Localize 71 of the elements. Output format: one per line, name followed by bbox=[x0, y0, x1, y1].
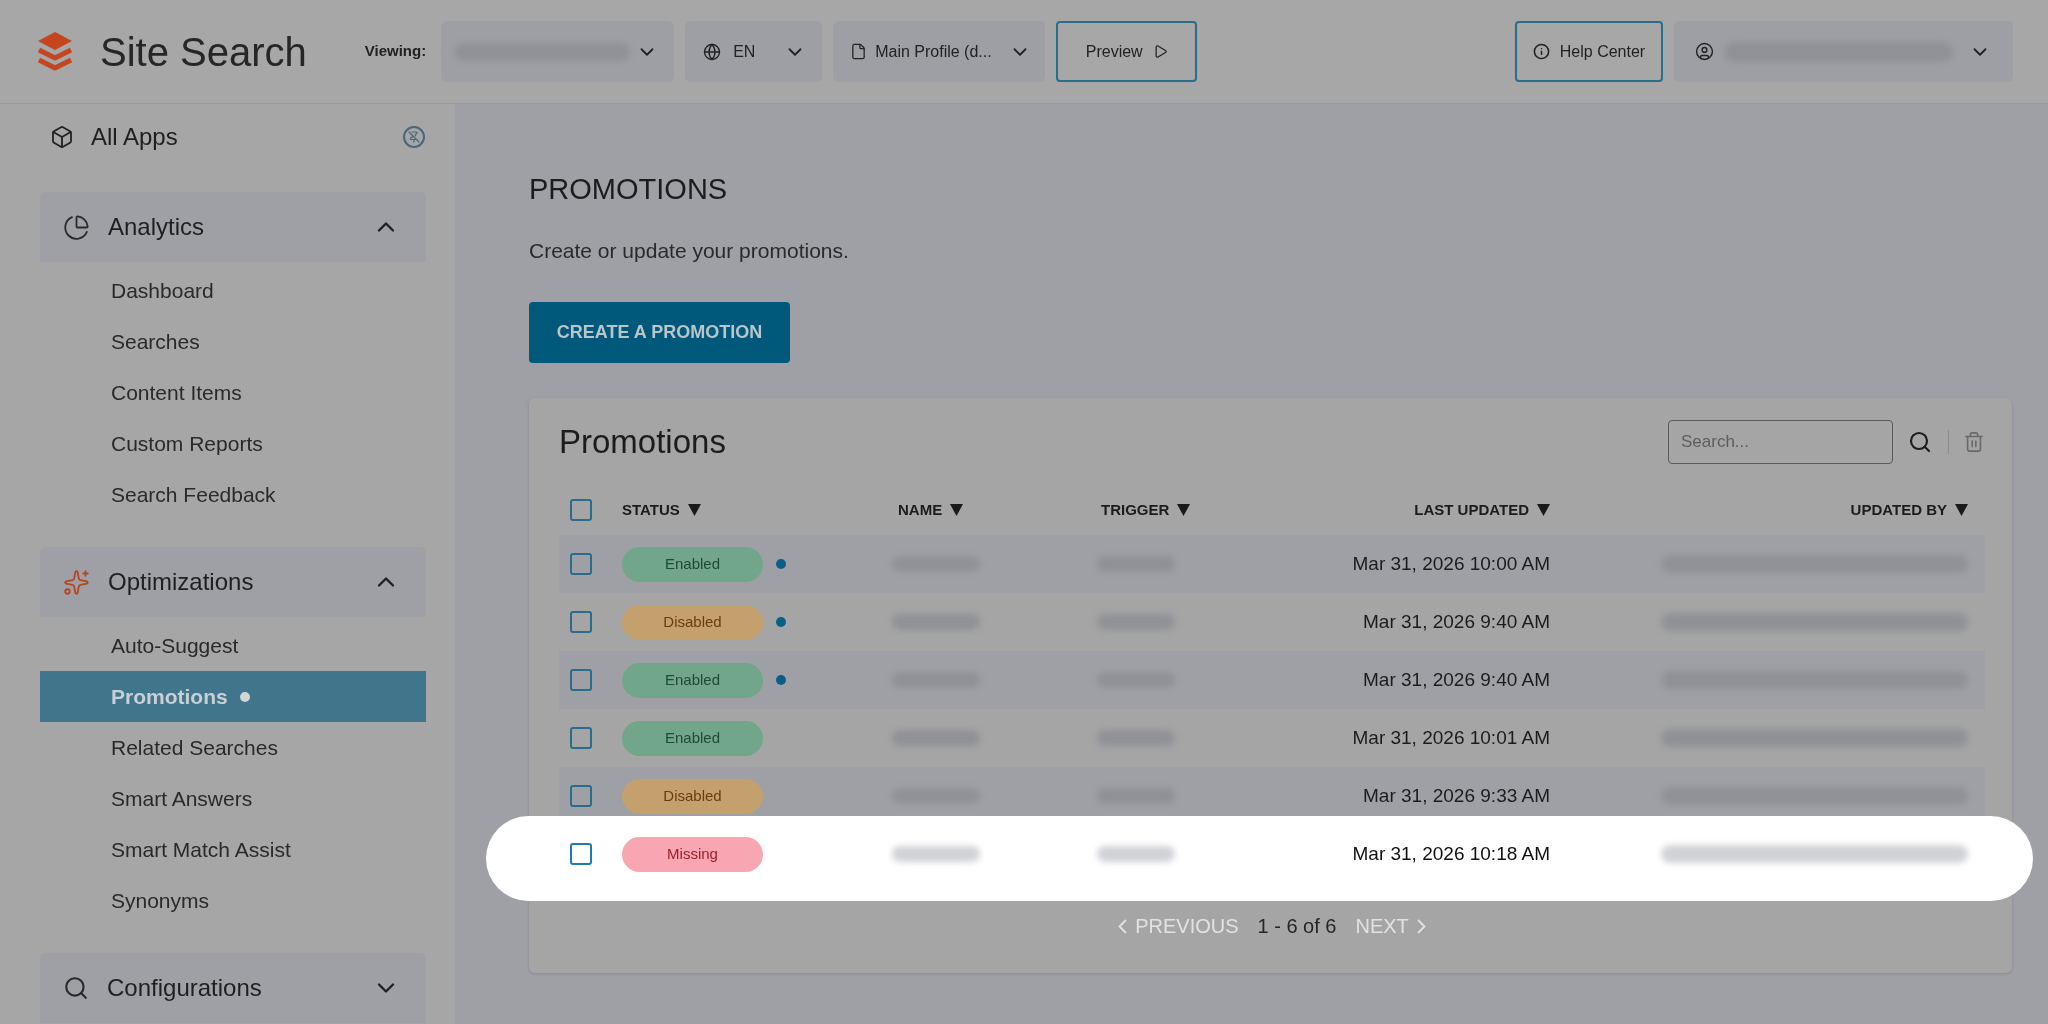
sidebar-item[interactable]: Promotions bbox=[40, 671, 426, 722]
user-icon bbox=[1695, 42, 1714, 61]
profile-dropdown[interactable]: Main Profile (d... bbox=[833, 21, 1046, 82]
date-text: Mar 31, 2026 10:01 AM bbox=[1352, 725, 1550, 750]
status-badge: Missing bbox=[622, 836, 763, 872]
date-text: Mar 31, 2026 9:40 AM bbox=[1363, 667, 1550, 692]
checkbox[interactable] bbox=[570, 785, 592, 807]
search-field[interactable]: Search... bbox=[1668, 420, 1893, 464]
checkbox[interactable] bbox=[570, 727, 592, 749]
date-text: Mar 31, 2026 10:00 AM bbox=[1352, 551, 1550, 576]
play-icon bbox=[1152, 44, 1168, 59]
sort-arrow-icon bbox=[687, 504, 701, 516]
checkbox[interactable] bbox=[570, 843, 592, 865]
globe-icon bbox=[703, 42, 722, 61]
info-icon bbox=[1532, 43, 1550, 60]
search-icon[interactable] bbox=[1908, 430, 1932, 454]
sort-arrow-icon bbox=[1537, 504, 1550, 516]
create-promotion-button[interactable]: CREATE A PROMOTION bbox=[529, 302, 790, 363]
status-badge: Enabled bbox=[622, 546, 763, 582]
card-title: Promotions bbox=[559, 422, 726, 462]
logo-icon bbox=[35, 30, 75, 73]
language-dropdown[interactable]: EN bbox=[685, 21, 823, 82]
page-title: PROMOTIONS bbox=[529, 172, 729, 207]
checkbox[interactable] bbox=[570, 499, 592, 521]
status-badge: Disabled bbox=[622, 604, 763, 640]
status-badge: Enabled bbox=[622, 662, 763, 698]
checkbox[interactable] bbox=[570, 611, 592, 633]
chevron-left-icon bbox=[1118, 918, 1128, 934]
all-apps-link[interactable]: All Apps bbox=[91, 119, 178, 155]
page-range: 1 - 6 of 6 bbox=[1257, 914, 1337, 938]
sparkles-icon bbox=[63, 568, 90, 596]
viewing-label: Viewing: bbox=[364, 41, 427, 62]
sidebar-item[interactable]: Auto-Suggest bbox=[40, 620, 426, 671]
date-text: Mar 31, 2026 9:40 AM bbox=[1363, 609, 1550, 634]
sidebar-item[interactable]: Custom Reports bbox=[40, 418, 426, 469]
sidebar-item[interactable]: Synonyms bbox=[40, 875, 426, 926]
sidebar-item[interactable]: Smart Answers bbox=[40, 773, 426, 824]
cube-icon bbox=[50, 125, 74, 149]
chevron-right-icon bbox=[1416, 918, 1426, 934]
sidebar-item[interactable]: Content Items bbox=[40, 367, 426, 418]
sidebar-item[interactable]: Related Searches bbox=[40, 722, 426, 773]
sidebar-item[interactable]: Smart Match Assist bbox=[40, 824, 426, 875]
sidebar-item[interactable]: Dashboard bbox=[40, 265, 426, 316]
column-header[interactable]: LAST UPDATED bbox=[1414, 498, 1550, 522]
trash-icon[interactable] bbox=[1963, 431, 1985, 453]
sidebar-item[interactable]: Search Feedback bbox=[40, 469, 426, 520]
sort-arrow-icon bbox=[950, 504, 964, 516]
pin-off-icon[interactable] bbox=[403, 126, 425, 148]
column-header[interactable]: STATUS bbox=[622, 498, 701, 522]
pie-chart-icon bbox=[63, 213, 90, 241]
app-title: Site Search bbox=[100, 28, 307, 75]
column-header[interactable]: TRIGGER bbox=[1101, 498, 1191, 522]
section-header[interactable]: Optimizations bbox=[40, 547, 426, 617]
sort-arrow-icon bbox=[1177, 504, 1191, 516]
sidebar-item[interactable]: Searches bbox=[40, 316, 426, 367]
checkbox[interactable] bbox=[570, 553, 592, 575]
date-text: Mar 31, 2026 9:33 AM bbox=[1363, 783, 1550, 808]
checkbox[interactable] bbox=[570, 669, 592, 691]
date-text: Mar 31, 2026 10:18 AM bbox=[1352, 841, 1550, 866]
preview-button[interactable]: Preview bbox=[1056, 21, 1198, 82]
search-icon bbox=[63, 975, 89, 1001]
help-center-button[interactable]: Help Center bbox=[1515, 21, 1663, 82]
page-subtitle: Create or update your promotions. bbox=[529, 238, 850, 263]
status-badge: Enabled bbox=[622, 720, 763, 756]
section-header[interactable]: Configurations bbox=[40, 953, 426, 1023]
column-header[interactable]: UPDATED BY bbox=[1850, 498, 1968, 522]
sort-arrow-icon bbox=[1955, 504, 1968, 516]
section-header[interactable]: Analytics bbox=[40, 192, 426, 262]
column-header[interactable]: NAME bbox=[898, 498, 964, 522]
status-badge: Disabled bbox=[622, 778, 763, 814]
file-icon bbox=[850, 43, 868, 60]
